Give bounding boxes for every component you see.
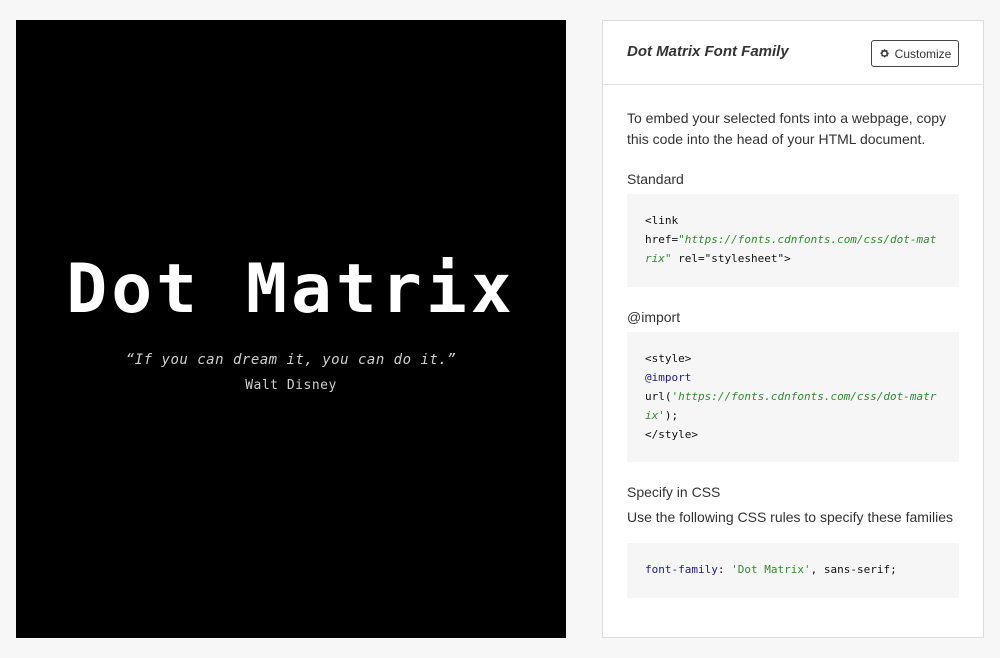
standard-code-block[interactable]: <link href="https://fonts.cdnfonts.com/c… <box>627 194 959 287</box>
css-label: Specify in CSS <box>627 484 721 500</box>
preview-quote: “If you can dream it, you can do it.” <box>125 352 457 368</box>
font-preview: Dot Matrix “If you can dream it, you can… <box>16 20 566 638</box>
preview-author: Walt Disney <box>245 378 337 393</box>
css-description: Use the following CSS rules to specify t… <box>627 509 954 525</box>
svg-text:Dot Matrix: Dot Matrix <box>66 250 515 329</box>
customize-button[interactable]: Customize <box>871 40 959 67</box>
embed-panel: Dot Matrix Font Family Customize To embe… <box>602 20 984 638</box>
customize-label: Customize <box>894 46 952 61</box>
import-code-block[interactable]: <style> @import url('https://fonts.cdnfo… <box>627 332 959 462</box>
preview-title-dot-matrix: Dot Matrix <box>66 250 515 329</box>
standard-label: Standard <box>627 171 684 187</box>
gear-icon <box>880 49 889 58</box>
css-code-block[interactable]: font-family: 'Dot Matrix', sans-serif; <box>627 543 959 598</box>
font-family-title: Dot Matrix Font Family <box>627 43 789 60</box>
import-label: @import <box>627 309 681 325</box>
embed-intro: To embed your selected fonts into a webp… <box>627 110 947 147</box>
panel-header: Dot Matrix Font Family Customize <box>603 21 983 85</box>
